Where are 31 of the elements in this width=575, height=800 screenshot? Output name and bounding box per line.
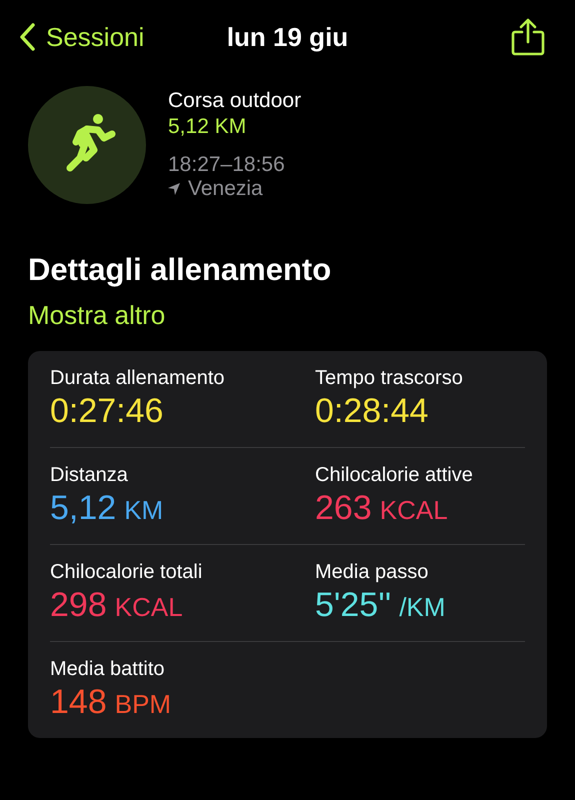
back-button[interactable]: Sessioni <box>18 22 144 52</box>
metric-value: 0:28:44 <box>315 392 428 431</box>
metric-value: 148 <box>50 683 107 722</box>
location-arrow-icon <box>168 183 180 195</box>
metric-label: Tempo trascorso <box>315 367 464 390</box>
section-heading: Dettagli allenamento <box>28 252 332 288</box>
workout-distance: 5,12 KM <box>168 115 248 139</box>
metric-unit: KM <box>124 495 164 526</box>
metric-label: Distanza <box>50 464 129 487</box>
metric-label: Media battito <box>50 658 166 681</box>
metric-label: Chilocalorie totali <box>50 561 204 584</box>
workout-time: 18:27–18:56 <box>168 153 286 177</box>
metric-label: Durata allenamento <box>50 367 226 390</box>
metric-value: 298 <box>50 586 107 625</box>
nav-title: lun 19 giu <box>226 22 348 52</box>
metric-label: Media passo <box>315 561 430 584</box>
metric-value: 0:27:46 <box>50 392 164 431</box>
metric-label: Chilocalorie attive <box>315 464 474 487</box>
running-figure-icon <box>28 86 146 204</box>
metric-unit: KCAL <box>114 592 183 623</box>
metric-unit: /KM <box>399 592 446 623</box>
workout-name: Corsa outdoor <box>168 89 302 113</box>
metric-value: 5'25'' <box>315 586 392 625</box>
metric-value: 263 <box>315 489 372 528</box>
share-icon[interactable] <box>511 18 545 56</box>
workout-location: Venezia <box>188 177 263 201</box>
show-more-link[interactable]: Mostra altro <box>28 300 166 331</box>
metric-unit: KCAL <box>380 495 448 526</box>
chevron-left-icon <box>18 22 36 52</box>
metric-value: 5,12 <box>50 489 116 528</box>
metric-unit: BPM <box>114 689 172 720</box>
